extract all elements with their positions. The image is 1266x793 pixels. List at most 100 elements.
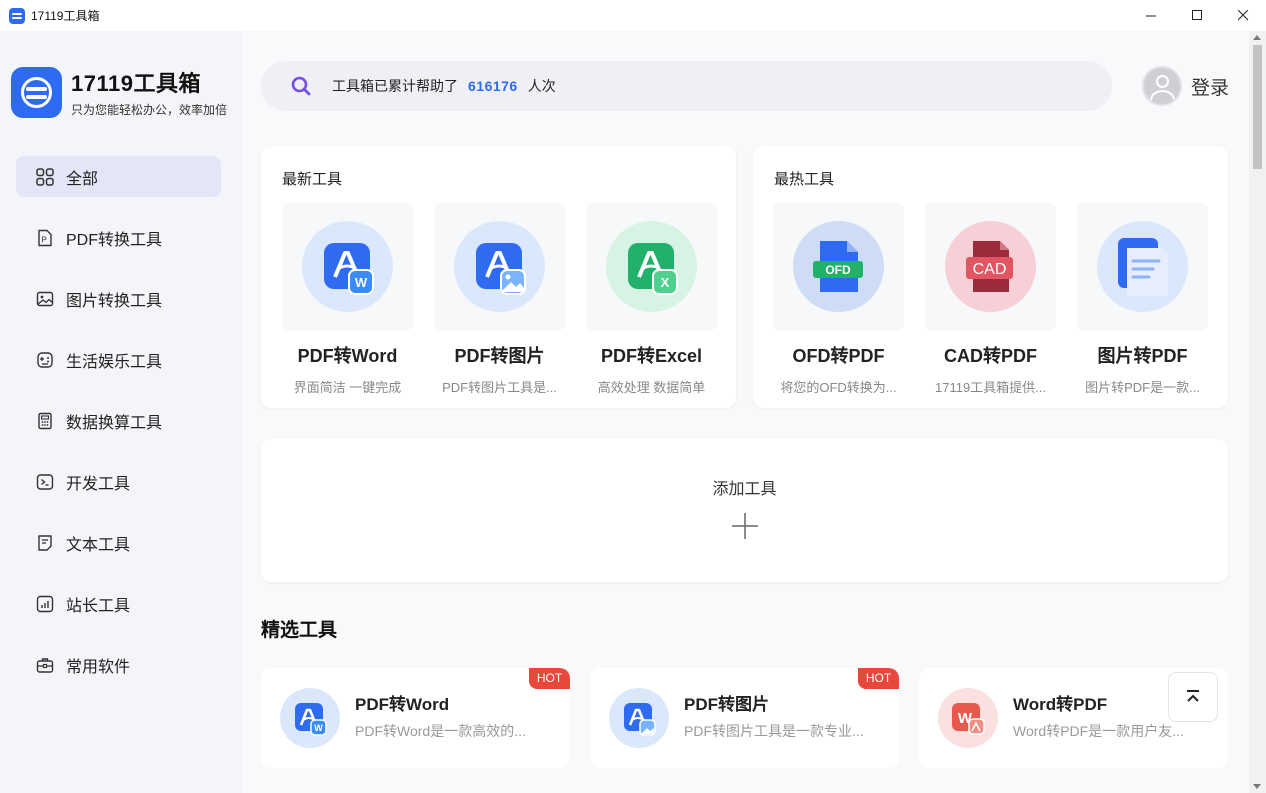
tool-name: PDF转图片 <box>454 346 545 366</box>
close-button[interactable] <box>1220 0 1266 31</box>
tool-name: CAD转PDF <box>944 346 1037 366</box>
vertical-scrollbar[interactable] <box>1249 31 1266 793</box>
sidebar-item-label: 全部 <box>66 170 99 188</box>
plus-icon <box>732 513 758 539</box>
sidebar-item-label: 数据换算工具 <box>66 414 163 432</box>
main-content: 工具箱已累计帮助了 616176 人次 登录 最新工具 W PDF转Word 界… <box>241 31 1249 793</box>
image-to-pdf-icon <box>1097 221 1188 312</box>
tool-name: PDF转Excel <box>600 346 703 366</box>
brand-slogan: 只为您能轻松办公，效率加倍 <box>71 103 228 117</box>
search-bar[interactable]: 工具箱已累计帮助了 616176 人次 <box>261 61 1112 111</box>
sidebar-item-image-tools[interactable]: 图片转换工具 <box>16 278 221 319</box>
minimize-icon <box>1145 15 1156 17</box>
tool-name: OFD转PDF <box>792 346 885 366</box>
search-icon <box>291 76 311 96</box>
sidebar-item-label: PDF转换工具 <box>66 231 163 249</box>
app-icon <box>9 7 25 24</box>
scroll-up-icon[interactable] <box>1253 35 1261 40</box>
tool-name: PDF转Word <box>297 346 398 366</box>
pdf-file-icon: P <box>36 229 54 247</box>
word-to-pdf-icon: W <box>938 688 998 748</box>
hottest-tools-title: 最热工具 <box>774 171 835 188</box>
sidebar-item-software[interactable]: 常用软件 <box>16 644 221 685</box>
brand[interactable]: 17119工具箱 只为您能轻松办公，效率加倍 <box>11 66 227 118</box>
brand-name: 17119工具箱 <box>71 71 201 96</box>
chart-icon <box>36 595 54 613</box>
featured-item-desc: Word转PDF是一款用户友... <box>1013 723 1184 739</box>
tool-name: 图片转PDF <box>1097 346 1188 366</box>
calculator-icon <box>36 412 54 430</box>
maximize-icon <box>1191 10 1202 20</box>
pdf-to-image-icon <box>454 221 545 312</box>
latest-tools-card: 最新工具 W PDF转Word 界面简洁 一键完成 PDF转图片 PDF转图片工… <box>261 146 736 408</box>
sidebar-item-label: 文本工具 <box>66 536 131 554</box>
tool-desc: 17119工具箱提供... <box>934 380 1047 395</box>
latest-tools-title: 最新工具 <box>282 171 343 188</box>
sidebar-item-label: 图片转换工具 <box>66 292 163 310</box>
grid-icon <box>36 167 54 186</box>
sidebar-item-pdf-tools[interactable]: P PDF转换工具 <box>16 217 221 258</box>
tool-desc: 将您的OFD转换为... <box>780 380 897 395</box>
featured-item-pdf-to-word[interactable]: W PDF转Word PDF转Word是一款高效的... HOT <box>261 668 570 768</box>
login-button[interactable]: 登录 <box>1142 66 1229 106</box>
window-title: 17119工具箱 <box>31 9 100 23</box>
maximize-button[interactable] <box>1174 0 1220 31</box>
pdf-to-excel-icon: X <box>606 221 697 312</box>
tool-image-to-pdf[interactable]: 图片转PDF 图片转PDF是一款... <box>1077 202 1208 396</box>
tool-desc: 高效处理 数据简单 <box>597 380 706 395</box>
toolbox-icon <box>36 656 54 674</box>
text-file-icon <box>36 534 54 552</box>
sidebar-item-label: 常用软件 <box>66 658 131 676</box>
svg-text:P: P <box>42 235 47 244</box>
add-tool-card[interactable]: 添加工具 <box>261 439 1228 582</box>
svg-text:W: W <box>314 723 323 733</box>
tool-pdf-to-word[interactable]: W PDF转Word 界面简洁 一键完成 <box>282 202 413 396</box>
avatar-icon <box>1142 66 1182 106</box>
window-controls <box>1128 0 1266 31</box>
add-tool-label: 添加工具 <box>712 481 777 498</box>
terminal-icon <box>36 473 54 491</box>
minimize-button[interactable] <box>1128 0 1174 31</box>
featured-item-pdf-to-image[interactable]: PDF转图片 PDF转图片工具是一款专业... HOT <box>590 668 899 768</box>
tool-pdf-to-excel[interactable]: X PDF转Excel 高效处理 数据简单 <box>586 202 717 396</box>
sidebar-item-life-tools[interactable]: 生活娱乐工具 <box>16 339 221 380</box>
svg-text:CAD: CAD <box>973 261 1007 278</box>
svg-text:X: X <box>661 275 670 290</box>
sidebar-item-webmaster-tools[interactable]: 站长工具 <box>16 583 221 624</box>
featured-item-name: PDF转Word <box>355 695 450 714</box>
featured-item-name: PDF转图片 <box>684 695 769 714</box>
arrow-up-icon <box>1187 690 1199 702</box>
cad-to-pdf-icon: CAD <box>945 221 1036 312</box>
tool-desc: PDF转图片工具是... <box>442 380 557 395</box>
sidebar: 17119工具箱 只为您能轻松办公，效率加倍 全部 P PDF转换工具 图片转换… <box>0 31 241 793</box>
ofd-to-pdf-icon: OFD <box>793 221 884 312</box>
pdf-to-word-icon: W <box>302 221 393 312</box>
search-stat-count: 616176 <box>468 78 518 94</box>
tool-desc: 界面简洁 一键完成 <box>293 380 402 395</box>
hot-badge: HOT <box>529 668 570 689</box>
sidebar-item-text-tools[interactable]: 文本工具 <box>16 522 221 563</box>
sidebar-item-data-tools[interactable]: 数据换算工具 <box>16 400 221 441</box>
sidebar-item-label: 开发工具 <box>66 475 131 493</box>
scroll-down-icon[interactable] <box>1253 784 1261 789</box>
sidebar-nav: 全部 P PDF转换工具 图片转换工具 生活娱乐工具 数据换算工具 开发工具 文… <box>16 156 221 705</box>
login-label: 登录 <box>1191 77 1230 99</box>
svg-text:W: W <box>355 275 368 290</box>
scrollbar-thumb[interactable] <box>1253 45 1262 169</box>
tool-pdf-to-image[interactable]: PDF转图片 PDF转图片工具是... <box>434 202 565 396</box>
featured-item-desc: PDF转Word是一款高效的... <box>355 723 526 739</box>
hottest-tools-card: 最热工具 OFD OFD转PDF 将您的OFD转换为... CAD CAD转PD… <box>753 146 1228 408</box>
search-stat-unit: 人次 <box>527 78 556 94</box>
featured-item-desc: PDF转图片工具是一款专业... <box>684 723 864 739</box>
pdf-to-image-icon <box>609 688 669 748</box>
tool-cad-to-pdf[interactable]: CAD CAD转PDF 17119工具箱提供... <box>925 202 1056 396</box>
tool-desc: 图片转PDF是一款... <box>1085 380 1200 395</box>
search-stat-text: 工具箱已累计帮助了 <box>332 78 458 94</box>
pdf-to-word-icon: W <box>280 688 340 748</box>
sidebar-item-all[interactable]: 全部 <box>16 156 221 197</box>
tool-ofd-to-pdf[interactable]: OFD OFD转PDF 将您的OFD转换为... <box>773 202 904 396</box>
sidebar-item-dev-tools[interactable]: 开发工具 <box>16 461 221 502</box>
back-to-top-button[interactable] <box>1168 672 1218 722</box>
image-icon <box>36 290 54 308</box>
sidebar-item-label: 生活娱乐工具 <box>66 353 163 371</box>
